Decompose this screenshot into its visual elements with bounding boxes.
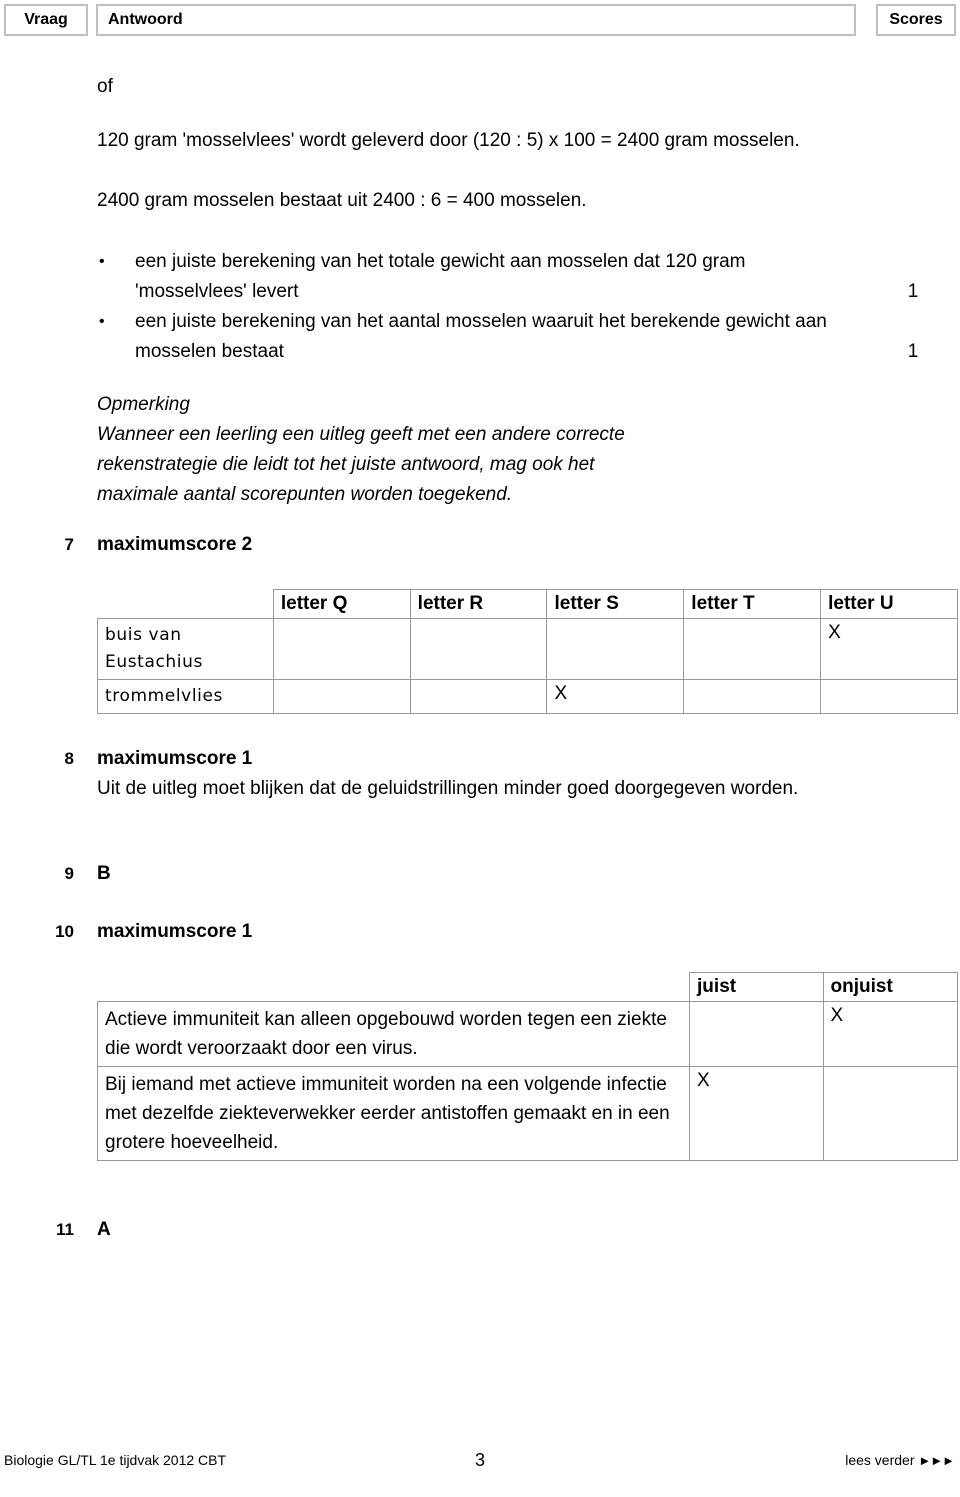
header-label-scores: Scores <box>889 11 943 28</box>
cell-trommelvlies-t <box>683 679 822 714</box>
column-header-juist: juist <box>689 972 824 1002</box>
cell-statement-1-onjuist: X <box>822 1001 959 1067</box>
triangle-right-icon: ►►► <box>918 1453 955 1468</box>
cell-buis-q <box>272 618 411 680</box>
scoring-bullet-list: een juiste berekening van het totale gew… <box>97 247 927 367</box>
cell-buis-r <box>409 618 548 680</box>
question-10-table: juist onjuist Actieve immuniteit kan all… <box>96 972 959 1161</box>
question-number-8: 8 <box>64 749 74 768</box>
header-label-antwoord: Antwoord <box>108 11 183 28</box>
header-cell-vraag: Vraag <box>4 4 88 36</box>
cell-statement-1-juist <box>689 1001 824 1067</box>
column-header-bar: Vraag Antwoord Scores <box>0 4 960 38</box>
question-number-9: 9 <box>64 864 74 883</box>
header-cell-antwoord: Antwoord <box>96 4 856 36</box>
footer-continue-note: lees verder ►►► <box>845 1452 955 1468</box>
cell-buis-s <box>546 618 685 680</box>
bullet-text: een juiste berekening van het totale gew… <box>135 251 746 302</box>
table-row: Bij iemand met actieve immuniteit worden… <box>96 1066 959 1161</box>
of-label: of <box>97 76 113 97</box>
table-corner-cell <box>98 590 274 619</box>
list-item: een juiste berekening van het aantal mos… <box>97 307 927 367</box>
cell-buis-t <box>683 618 822 680</box>
list-item: een juiste berekening van het totale gew… <box>97 247 927 307</box>
header-cell-scores: Scores <box>876 4 956 36</box>
bullet-text: een juiste berekening van het aantal mos… <box>135 311 827 362</box>
calculation-line-2: 2400 gram mosselen bestaat uit 2400 : 6 … <box>97 190 587 211</box>
table-row: buis van Eustachius X <box>97 618 958 680</box>
opmerking-note: Opmerking Wanneer een leerling een uitle… <box>97 390 657 510</box>
question-8-body: Uit de uitleg moet blijken dat de geluid… <box>97 778 799 799</box>
column-header-letter-t: letter T <box>683 589 822 619</box>
question-7-heading: maximumscore 2 <box>97 534 253 555</box>
table-row: Actieve immuniteit kan alleen opgebouwd … <box>96 1001 959 1067</box>
question-9-answer: B <box>97 863 111 884</box>
row-label-trommelvlies: trommelvlies <box>97 679 274 714</box>
header-label-vraag: Vraag <box>24 11 68 28</box>
statement-1: Actieve immuniteit kan alleen opgebouwd … <box>96 1001 691 1067</box>
column-header-letter-s: letter S <box>546 589 685 619</box>
table-row: trommelvlies X <box>97 679 958 714</box>
bullet-score: 1 <box>907 341 919 362</box>
column-header-onjuist: onjuist <box>822 972 959 1002</box>
question-8-heading: maximumscore 1 <box>97 748 253 769</box>
question-number-7: 7 <box>64 535 74 554</box>
cell-trommelvlies-u <box>820 679 958 714</box>
table-corner-cell <box>98 973 690 1002</box>
question-10-heading: maximumscore 1 <box>97 921 253 942</box>
calculation-line-1: 120 gram 'mosselvlees' wordt geleverd do… <box>97 130 800 151</box>
cell-buis-u: X <box>820 618 958 680</box>
cell-statement-2-juist: X <box>689 1066 824 1161</box>
bullet-score: 1 <box>907 281 919 302</box>
question-7-table: letter Q letter R letter S letter T lett… <box>97 589 958 714</box>
cell-statement-2-onjuist <box>822 1066 959 1161</box>
question-number-11: 11 <box>56 1220 74 1239</box>
table-header-row: letter Q letter R letter S letter T lett… <box>98 589 958 619</box>
opmerking-body: Wanneer een leerling een uitleg geeft me… <box>97 424 625 505</box>
row-label-buis-van-eustachius: buis van Eustachius <box>97 618 274 680</box>
page-footer: Biologie GL/TL 1e tijdvak 2012 CBT 3 lee… <box>0 1450 960 1480</box>
column-header-letter-r: letter R <box>409 589 548 619</box>
cell-trommelvlies-q <box>272 679 411 714</box>
footer-continue-label: lees verder <box>845 1452 915 1468</box>
column-header-letter-u: letter U <box>820 589 958 619</box>
question-11-answer: A <box>97 1219 111 1240</box>
opmerking-title: Opmerking <box>97 394 190 415</box>
statement-2: Bij iemand met actieve immuniteit worden… <box>96 1066 691 1161</box>
column-header-letter-q: letter Q <box>272 589 411 619</box>
question-number-10: 10 <box>55 922 74 941</box>
cell-trommelvlies-r <box>409 679 548 714</box>
footer-page-number: 3 <box>474 1450 485 1470</box>
table-header-row: juist onjuist <box>98 972 959 1002</box>
cell-trommelvlies-s: X <box>546 679 685 714</box>
